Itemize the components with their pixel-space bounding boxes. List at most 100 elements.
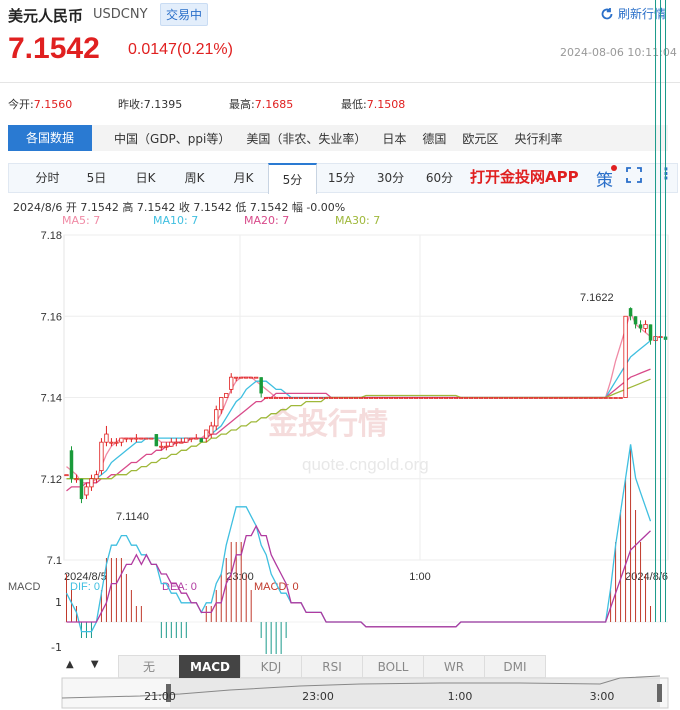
candle-body	[458, 397, 463, 399]
candle-body	[164, 445, 169, 448]
candle-body	[199, 438, 204, 443]
low-annotation: 7.1140	[116, 511, 149, 523]
candle-body	[438, 397, 444, 399]
candle-body	[413, 397, 419, 399]
y-tick-label: 7.12	[41, 474, 62, 486]
candle-body	[234, 376, 239, 379]
candle-body	[209, 425, 214, 435]
candle-body	[269, 397, 274, 399]
tab-indicator-kdj[interactable]: KDJ	[240, 655, 302, 678]
candle-body	[643, 323, 648, 329]
candle-body	[533, 397, 538, 399]
candle-body	[274, 397, 279, 399]
candle-body	[488, 397, 493, 399]
candle-body	[119, 437, 124, 443]
high-annotation: 7.1622	[580, 292, 614, 304]
candle-body	[498, 397, 503, 399]
candle-body	[373, 397, 379, 399]
candle-body	[139, 437, 144, 440]
macd-legend-0: MACD	[8, 581, 40, 593]
candle-body	[423, 397, 429, 399]
tab-indicator-none[interactable]: 无	[118, 655, 180, 678]
candle-body	[403, 397, 409, 399]
scroll-down-button[interactable]: ▼	[91, 659, 99, 670]
x-tick-label: 2024/8/6	[625, 571, 668, 583]
macd-legend-1: DIF: 0	[70, 581, 100, 593]
watermark-url: quote.cngold.org	[302, 455, 429, 474]
candle-body	[109, 441, 114, 444]
candle-body	[114, 441, 119, 444]
y-tick-label: 7.1	[47, 555, 62, 567]
candle-body	[259, 377, 263, 394]
candle-body	[353, 397, 359, 399]
candle-body	[478, 397, 483, 399]
candle-body	[278, 397, 284, 399]
candle-body	[543, 397, 548, 399]
candle-body	[264, 397, 269, 399]
candle-body	[313, 397, 319, 399]
candle-body	[593, 397, 598, 399]
candle-body	[633, 316, 638, 325]
candle-body	[453, 397, 458, 399]
candle-body	[383, 397, 389, 399]
candle-body	[194, 437, 199, 440]
candle-body	[408, 397, 414, 399]
candle-body	[69, 450, 74, 479]
candle-body	[249, 376, 254, 379]
candle-body	[89, 478, 94, 488]
tab-indicator-boll[interactable]: BOLL	[362, 655, 424, 678]
candle-body	[613, 397, 618, 399]
candle-body	[618, 397, 623, 399]
candle-body	[583, 397, 588, 399]
candle-body	[518, 397, 523, 399]
candle-body	[628, 308, 633, 317]
candle-body	[333, 397, 339, 399]
candle-body	[184, 437, 189, 443]
navigator-label: 21:00	[144, 690, 176, 703]
candle-body	[388, 397, 394, 399]
navigator-label: 23:00	[302, 690, 334, 703]
candle-body	[473, 397, 478, 399]
x-tick-label: 1:00	[409, 571, 430, 583]
navigator-handle-right	[657, 684, 662, 702]
tab-indicator-dmi[interactable]: DMI	[484, 655, 546, 678]
candle-body	[358, 397, 364, 399]
candle-body	[219, 397, 224, 411]
navigator-label: 1:00	[448, 690, 473, 703]
candle-body	[224, 393, 229, 398]
candle-body	[513, 397, 518, 399]
candle-body	[244, 376, 249, 379]
watermark-logo: 金投行情	[267, 407, 388, 442]
kline-chart[interactable]: 7.187.167.147.127.12024/8/5 23:00 1:00 2024…	[0, 0, 680, 710]
candle-body	[229, 376, 234, 390]
candle-body	[608, 397, 613, 399]
candle-body	[179, 441, 184, 444]
tab-indicator-rsi[interactable]: RSI	[301, 655, 363, 678]
candle-body	[528, 397, 533, 399]
candle-body	[159, 445, 164, 448]
candle-body	[129, 437, 134, 440]
candle-body	[428, 397, 434, 399]
candle-body	[189, 437, 194, 440]
candle-body	[124, 437, 129, 440]
candle-body	[368, 397, 374, 399]
candle-body	[298, 397, 304, 399]
candle-body	[503, 397, 508, 399]
tab-indicator-wr[interactable]: WR	[423, 655, 485, 678]
candle-body	[553, 397, 558, 399]
y-tick-label: 7.16	[41, 311, 62, 323]
candle-body	[378, 397, 384, 399]
tab-indicator-macd[interactable]: MACD	[179, 655, 241, 678]
scroll-up-button[interactable]: ▲	[66, 659, 74, 670]
candle-body	[154, 434, 159, 447]
candle-body	[144, 437, 149, 440]
candle-body	[303, 397, 309, 399]
candle-body	[169, 441, 174, 447]
candle-body	[348, 397, 354, 399]
candle-body	[343, 397, 349, 399]
candle-body	[398, 397, 404, 399]
candle-body	[283, 397, 289, 399]
navigator-window	[170, 678, 660, 708]
candle-body	[84, 486, 89, 496]
candle-body	[99, 441, 104, 472]
